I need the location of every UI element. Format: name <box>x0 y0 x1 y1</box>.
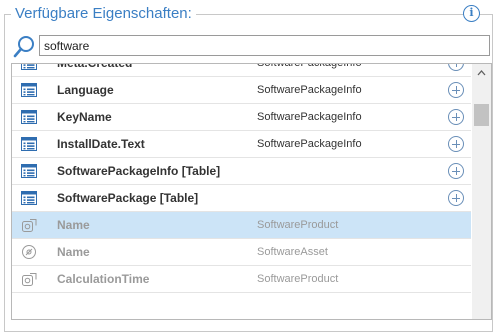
add-property-button[interactable] <box>448 163 464 179</box>
property-name: Name <box>57 245 90 259</box>
property-table-icon <box>21 164 37 178</box>
property-name: SoftwarePackageInfo [Table] <box>57 164 221 178</box>
search-icon[interactable] <box>12 34 36 60</box>
property-source: SoftwareProduct <box>257 273 339 285</box>
list-item[interactable]: SoftwarePackageInfo [Table] <box>12 158 471 185</box>
property-source: SoftwarePackageInfo <box>257 63 362 69</box>
property-source: SoftwarePackageInfo <box>257 111 362 123</box>
list-item[interactable]: Language SoftwarePackageInfo <box>12 77 471 104</box>
property-name: InstallDate.Text <box>57 137 145 151</box>
add-property-button[interactable] <box>448 109 464 125</box>
info-icon[interactable]: i <box>463 5 480 22</box>
property-table-icon <box>21 64 37 70</box>
property-name: Name <box>57 218 90 232</box>
list-item[interactable]: Name SoftwareProduct <box>12 212 471 239</box>
scrollbar-thumb[interactable] <box>474 104 489 126</box>
property-table-icon <box>21 83 37 97</box>
list-item[interactable]: KeyName SoftwarePackageInfo <box>12 104 471 131</box>
add-property-button[interactable] <box>448 64 464 71</box>
property-name: SoftwarePackage [Table] <box>57 191 199 205</box>
properties-rows: Meta.Created SoftwarePackageInfo Language S… <box>12 63 471 293</box>
property-source: SoftwarePackageInfo <box>257 84 362 96</box>
properties-list: Meta.Created SoftwarePackageInfo Language S… <box>11 63 492 320</box>
property-source: SoftwareProduct <box>257 219 339 231</box>
software-asset-icon <box>22 245 36 259</box>
software-product-icon <box>22 273 37 286</box>
list-item[interactable]: SoftwarePackage [Table] <box>12 185 471 212</box>
add-property-button[interactable] <box>448 136 464 152</box>
search-input[interactable] <box>39 35 490 56</box>
scroll-up-arrow-icon[interactable] <box>472 64 491 81</box>
vertical-scrollbar[interactable] <box>472 64 491 319</box>
property-table-icon <box>21 191 37 205</box>
add-property-button[interactable] <box>448 190 464 206</box>
property-table-icon <box>21 137 37 151</box>
panel-title: Verfügbare Eigenschaften: <box>11 4 196 24</box>
property-name: Meta.Created <box>57 63 133 70</box>
list-item[interactable]: CalculationTime SoftwareProduct <box>12 266 471 293</box>
property-name: CalculationTime <box>57 272 150 286</box>
add-property-button[interactable] <box>448 82 464 98</box>
list-item[interactable]: InstallDate.Text SoftwarePackageInfo <box>12 131 471 158</box>
property-source: SoftwareAsset <box>257 246 328 258</box>
list-item[interactable]: Meta.Created SoftwarePackageInfo <box>12 63 471 77</box>
software-product-icon <box>22 219 37 232</box>
property-name: Language <box>57 83 114 97</box>
list-item[interactable]: Name SoftwareAsset <box>12 239 471 266</box>
property-table-icon <box>21 110 37 124</box>
property-source: SoftwarePackageInfo <box>257 138 362 150</box>
property-name: KeyName <box>57 110 112 124</box>
